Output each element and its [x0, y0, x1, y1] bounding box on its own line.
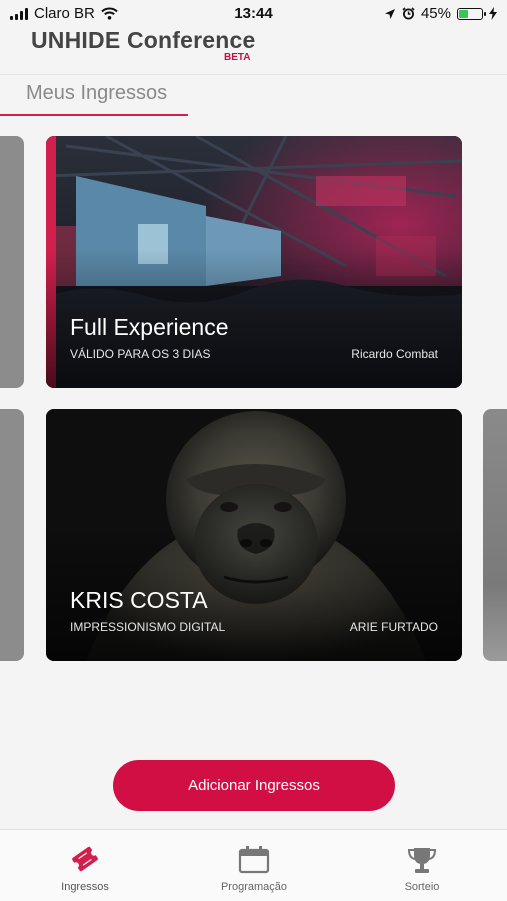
ticket-owner: Ricardo Combat — [351, 347, 438, 361]
beta-badge: BETA — [224, 52, 251, 63]
status-bar: Claro BR 13:44 45% — [0, 0, 507, 28]
ticket-title: KRIS COSTA — [70, 587, 208, 613]
prev-ticket-card-peek[interactable] — [0, 409, 24, 661]
tab-underline — [0, 114, 188, 116]
location-icon — [384, 8, 395, 19]
bottom-nav: Ingressos Programação Sorteio — [0, 829, 507, 901]
add-tickets-button[interactable]: Adicionar Ingressos — [113, 760, 395, 811]
nav-label: Ingressos — [61, 881, 109, 893]
ticket-subtitle: IMPRESSIONISMO DIGITAL — [70, 620, 226, 634]
charging-icon — [489, 7, 497, 20]
nav-item-sorteio[interactable]: Sorteio — [367, 846, 477, 893]
tab-meus-ingressos[interactable]: Meus Ingressos — [26, 82, 167, 105]
nav-label: Programação — [220, 881, 288, 893]
app-title: UNHIDE Conference — [31, 27, 256, 53]
app-header: UNHIDE Conference BETA — [0, 27, 507, 75]
ticket-title: Full Experience — [70, 314, 229, 340]
nav-item-ingressos[interactable]: Ingressos — [30, 844, 140, 893]
battery-percent: 45% — [420, 5, 451, 22]
battery-icon — [457, 7, 486, 20]
next-ticket-card-peek[interactable] — [483, 409, 507, 661]
ticket-icon — [72, 846, 98, 872]
ticket-subtitle: VÁLIDO PARA OS 3 DIAS — [70, 347, 211, 361]
nav-label: Sorteio — [404, 881, 440, 893]
ticket-owner: ARIE FURTADO — [349, 620, 438, 634]
ticket-card-kris-costa[interactable]: KRIS COSTA IMPRESSIONISMO DIGITAL ARIE F… — [46, 409, 462, 661]
calendar-icon — [238, 846, 270, 874]
prev-ticket-card-peek[interactable] — [0, 136, 24, 388]
nav-item-programacao[interactable]: Programação — [199, 846, 309, 893]
alarm-icon — [402, 7, 415, 20]
trophy-icon — [407, 848, 437, 873]
ticket-card-full-experience[interactable]: Full Experience VÁLIDO PARA OS 3 DIAS Ri… — [46, 136, 462, 388]
status-right: 45% — [384, 5, 497, 22]
